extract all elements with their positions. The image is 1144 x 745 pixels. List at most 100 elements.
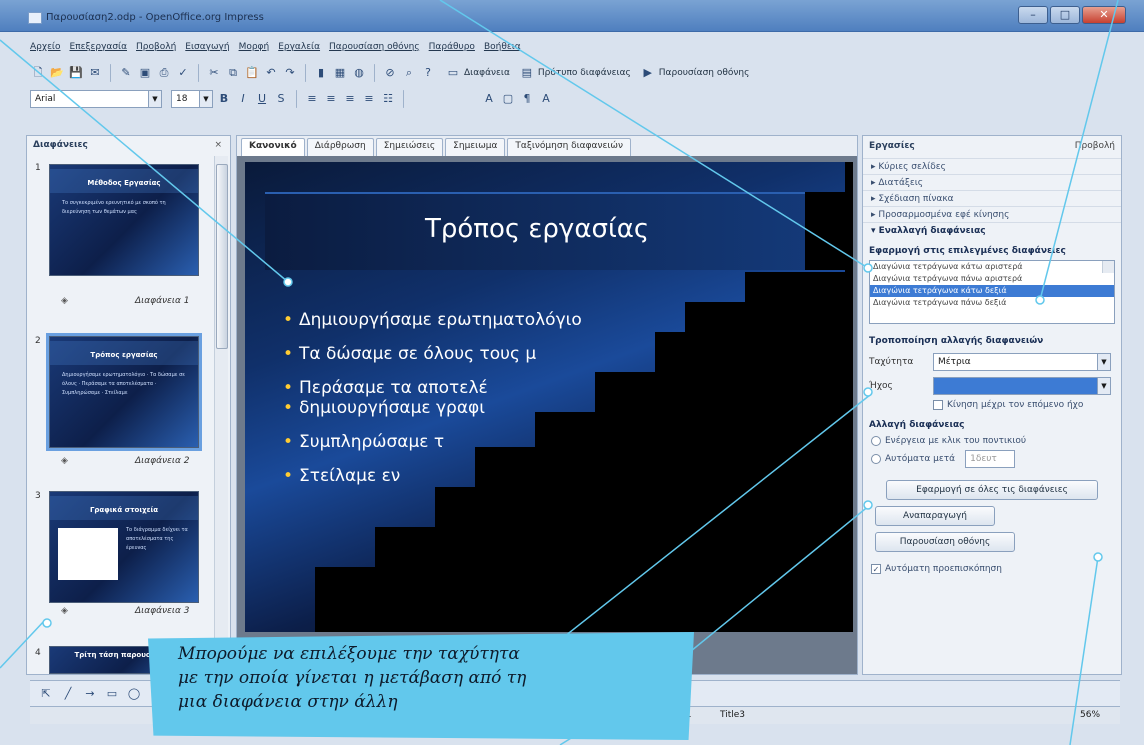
tab-normal[interactable]: Κανονικό: [241, 138, 305, 156]
edit-file-icon[interactable]: ✎: [118, 65, 134, 81]
transition-option-selected[interactable]: Διαγώνια τετράγωνα κάτω δεξιά: [870, 285, 1114, 297]
slide-thumbnail-2[interactable]: Τρόπος εργασίας Δημιουργήσαμε ερωτηματολ…: [46, 333, 202, 451]
align-left-icon[interactable]: ≡: [304, 91, 320, 107]
tab-notes[interactable]: Σημειώσεις: [375, 138, 444, 156]
scroll-thumb[interactable]: [216, 164, 228, 349]
slide-title[interactable]: Τρόπος εργασίας: [425, 214, 649, 244]
arrow-icon[interactable]: →: [82, 686, 98, 702]
character-icon[interactable]: ▢: [500, 91, 516, 107]
task-slide-transition[interactable]: ▾ Εναλλαγή διαφάνειας: [863, 222, 1121, 238]
ellipse-icon[interactable]: ◯: [126, 686, 142, 702]
menu-slideshow[interactable]: Παρουσίαση οθόνης: [329, 42, 420, 58]
zoom-icon[interactable]: ⌕: [401, 65, 417, 81]
apply-to-all-button[interactable]: Εφαρμογή σε όλες τις διαφάνειες: [886, 480, 1098, 500]
task-layouts[interactable]: ▸ Διατάξεις: [863, 174, 1121, 190]
font-name-combo[interactable]: Arial ▼: [30, 90, 162, 108]
slide-thumbnail-3[interactable]: Γραφικά στοιχεία Το διάγραμμα δείχνει τα…: [49, 491, 199, 603]
transition-option[interactable]: Διαγώνια τετράγωνα πάνω δεξιά: [870, 297, 1114, 309]
slide-thumbnail-1[interactable]: Μέθοδος Εργασίας Το συγκεκριμένο ερευνητ…: [49, 164, 199, 276]
slides-scrollbar[interactable]: [214, 156, 228, 671]
cut-icon[interactable]: ✂: [206, 65, 222, 81]
shadow-icon[interactable]: S: [273, 91, 289, 107]
auto-preview-checkbox[interactable]: ✓ Αυτόματη προεπισκόπηση: [871, 564, 1113, 574]
export-pdf-icon[interactable]: ▣: [137, 65, 153, 81]
bullets-icon[interactable]: ☷: [380, 91, 396, 107]
play-button[interactable]: Αναπαραγωγή: [875, 506, 995, 526]
transition-listbox[interactable]: Διαγώνια τετράγωνα κάτω αριστερά Διαγώνι…: [869, 260, 1115, 324]
menu-help[interactable]: Βοήθεια: [484, 42, 521, 58]
on-click-radio[interactable]: Ενέργεια με κλικ του ποντικιού: [871, 436, 1113, 446]
chevron-down-icon[interactable]: ▼: [1097, 354, 1110, 370]
auto-advance-radio[interactable]: Αυτόματα μετά 1δευτ: [871, 450, 1113, 468]
auto-preview-label: Αυτόματη προεπισκόπηση: [885, 564, 1002, 574]
radio-circle[interactable]: [871, 436, 881, 446]
italic-icon[interactable]: I: [235, 91, 251, 107]
task-custom-animation[interactable]: ▸ Προσαρμοσμένα εφέ κίνησης: [863, 206, 1121, 222]
slideshow-button[interactable]: ▶ Παρουσίαση οθόνης: [640, 65, 750, 81]
menu-format[interactable]: Μορφή: [239, 42, 270, 58]
print-icon[interactable]: ⎙: [156, 65, 172, 81]
menu-file[interactable]: Αρχείο: [30, 42, 61, 58]
menu-window[interactable]: Παράθυρο: [429, 42, 475, 58]
radio-circle[interactable]: [871, 454, 881, 464]
loop-sound-checkbox[interactable]: Κίνηση μέχρι τον επόμενο ήχο: [933, 400, 1113, 410]
underline-icon[interactable]: U: [254, 91, 270, 107]
help-icon[interactable]: ?: [420, 65, 436, 81]
new-document-icon[interactable]: 🗋: [30, 65, 46, 81]
slide-design-button[interactable]: ▤ Πρότυπο διαφάνειας: [519, 65, 631, 81]
copy-icon[interactable]: ⧉: [225, 65, 241, 81]
chevron-down-icon[interactable]: ▼: [199, 91, 212, 107]
paste-icon[interactable]: 📋: [244, 65, 260, 81]
checkbox-box[interactable]: ✓: [871, 564, 881, 574]
table-icon[interactable]: ▦: [332, 65, 348, 81]
on-click-label: Ενέργεια με κλικ του ποντικιού: [885, 436, 1027, 446]
line-icon[interactable]: ╱: [60, 686, 76, 702]
rectangle-icon[interactable]: ▭: [104, 686, 120, 702]
paragraph-icon[interactable]: ¶: [519, 91, 535, 107]
speed-select[interactable]: Μέτρια ▼: [933, 353, 1111, 371]
bold-icon[interactable]: B: [216, 91, 232, 107]
tab-handout[interactable]: Σημειωμα: [445, 138, 506, 156]
close-button[interactable]: ✕: [1082, 6, 1126, 24]
email-icon[interactable]: ✉: [87, 65, 103, 81]
globe-icon[interactable]: ◍: [351, 65, 367, 81]
font-size-combo[interactable]: 18 ▼: [171, 90, 213, 108]
save-icon[interactable]: 💾: [68, 65, 84, 81]
checkbox-box[interactable]: [933, 400, 943, 410]
transition-option[interactable]: Διαγώνια τετράγωνα πάνω αριστερά: [870, 273, 1114, 285]
menu-view[interactable]: Προβολή: [136, 42, 176, 58]
redo-icon[interactable]: ↷: [282, 65, 298, 81]
status-zoom[interactable]: 56%: [1080, 710, 1100, 720]
task-table-design[interactable]: ▸ Σχέδιαση πίνακα: [863, 190, 1121, 206]
transition-option[interactable]: Διαγώνια τετράγωνα κάτω αριστερά: [870, 261, 1114, 273]
font-color-icon[interactable]: A: [481, 91, 497, 107]
chart-icon[interactable]: ▮: [313, 65, 329, 81]
tab-slide-sorter[interactable]: Ταξινόμηση διαφανειών: [507, 138, 631, 156]
maximize-button[interactable]: □: [1050, 6, 1080, 24]
listbox-scrollbar[interactable]: [1102, 261, 1114, 273]
align-right-icon[interactable]: ≡: [342, 91, 358, 107]
slide-button[interactable]: ▭ Διαφάνεια: [445, 65, 510, 81]
open-folder-icon[interactable]: 📂: [49, 65, 65, 81]
chevron-down-icon[interactable]: ▼: [148, 91, 161, 107]
slide-canvas[interactable]: Τρόπος εργασίας Δημιουργήσαμε ερωτηματολ…: [245, 162, 853, 632]
menu-insert[interactable]: Εισαγωγή: [185, 42, 229, 58]
align-center-icon[interactable]: ≡: [323, 91, 339, 107]
justify-icon[interactable]: ≡: [361, 91, 377, 107]
text-color-icon[interactable]: A: [538, 91, 554, 107]
chevron-down-icon[interactable]: ▼: [1097, 378, 1110, 394]
select-arrow-icon[interactable]: ⇱: [38, 686, 54, 702]
auto-time-spinner[interactable]: 1δευτ: [965, 450, 1016, 468]
spellcheck-icon[interactable]: ✓: [175, 65, 191, 81]
undo-icon[interactable]: ↶: [263, 65, 279, 81]
menu-edit[interactable]: Επεξεργασία: [70, 42, 128, 58]
close-icon[interactable]: ×: [214, 136, 222, 154]
tasks-view-menu[interactable]: Προβολή: [1075, 141, 1115, 151]
navigator-icon[interactable]: ⊘: [382, 65, 398, 81]
tab-outline[interactable]: Διάρθρωση: [306, 138, 374, 156]
slideshow-preview-button[interactable]: Παρουσίαση οθόνης: [875, 532, 1015, 552]
task-master-pages[interactable]: ▸ Κύριες σελίδες: [863, 158, 1121, 174]
menu-tools[interactable]: Εργαλεία: [278, 42, 320, 58]
sound-select[interactable]: ▼: [933, 377, 1111, 395]
minimize-button[interactable]: –: [1018, 6, 1048, 24]
